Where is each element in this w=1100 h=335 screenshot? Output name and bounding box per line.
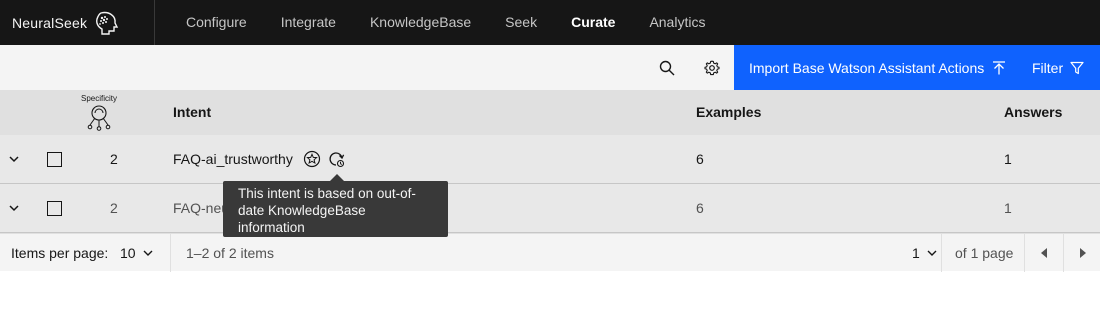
nav-menu: Configure Integrate KnowledgeBase Seek C… [169,0,722,45]
filter-button[interactable]: Filter [1019,45,1100,90]
specificity-header[interactable]: Specificity [77,94,121,136]
specificity-cell: 2 [110,200,118,216]
page-select[interactable]: 1 [912,234,938,272]
examples-header[interactable]: Examples [696,90,761,135]
brand-name: NeuralSeek [12,14,88,31]
intent-cell: FAQ-ai_trustworthy [173,151,293,167]
answers-cell: 1 [1004,200,1012,216]
top-nav: NeuralSeek Configure Integrate Knowledge… [0,0,1100,45]
row-checkbox[interactable] [47,201,62,216]
table-row[interactable]: 2 FAQ-neu 6 1 [0,184,1100,233]
previous-page-button[interactable] [1025,234,1063,272]
divider [941,234,942,272]
import-actions-button[interactable]: Import Base Watson Assistant Actions [734,45,1019,90]
chevron-down-icon[interactable] [4,149,24,169]
tooltip-line: date KnowledgeBase [238,203,366,218]
upload-icon [993,60,1006,74]
items-per-page-label: Items per page: [11,245,109,261]
nav-item-configure[interactable]: Configure [169,0,264,45]
nav-item-curate[interactable]: Curate [554,0,632,45]
intent-header[interactable]: Intent [173,90,211,135]
nav-item-knowledgebase[interactable]: KnowledgeBase [353,0,488,45]
gear-icon[interactable] [689,45,734,90]
specificity-cell: 2 [110,151,118,167]
page-value: 1 [912,245,920,261]
range-text: 1–2 of 2 items [186,245,274,261]
intent-cell: FAQ-neu [173,200,230,216]
filter-button-label: Filter [1032,59,1064,76]
table-toolbar: Import Base Watson Assistant Actions Fil… [0,45,1100,90]
caret-right-icon [1080,248,1086,258]
nav-item-seek[interactable]: Seek [488,0,554,45]
answers-cell: 1 [1004,151,1012,167]
examples-cell: 6 [696,200,704,216]
of-pages-text: of 1 page [955,245,1014,261]
row-checkbox[interactable] [47,152,62,167]
specificity-icon [87,105,111,131]
tooltip-line: information [238,220,305,235]
certified-star-icon[interactable] [303,150,321,168]
outdated-refresh-icon[interactable] [327,150,345,168]
divider [170,234,171,272]
chevron-down-icon [143,250,153,256]
answers-header[interactable]: Answers [1004,90,1062,135]
chevron-down-icon [927,250,937,256]
nav-item-integrate[interactable]: Integrate [264,0,353,45]
items-per-page-select[interactable]: 10 [120,234,154,272]
brand[interactable]: NeuralSeek [0,0,155,45]
import-button-label: Import Base Watson Assistant Actions [749,59,985,76]
specificity-label: Specificity [80,94,117,103]
chevron-down-icon[interactable] [4,198,24,218]
caret-left-icon [1041,248,1047,258]
table-row[interactable]: 2 FAQ-ai_trustworthy 6 1 [0,135,1100,184]
nav-item-analytics[interactable]: Analytics [632,0,722,45]
next-page-button[interactable] [1064,234,1100,272]
outdated-tooltip: This intent is based on out-of- date Kno… [223,181,448,237]
filter-icon [1070,61,1084,74]
tooltip-caret [330,174,344,181]
table-header: Specificity Intent Examples Answers [0,90,1100,135]
pagination: Items per page: 10 1–2 of 2 items 1 of 1… [0,233,1100,272]
intent-status-icons [303,150,345,168]
brain-head-icon [93,10,119,36]
items-per-page-value: 10 [120,245,136,261]
search-icon[interactable] [644,45,689,90]
examples-cell: 6 [696,151,704,167]
tooltip-line: This intent is based on out-of- [238,186,416,201]
